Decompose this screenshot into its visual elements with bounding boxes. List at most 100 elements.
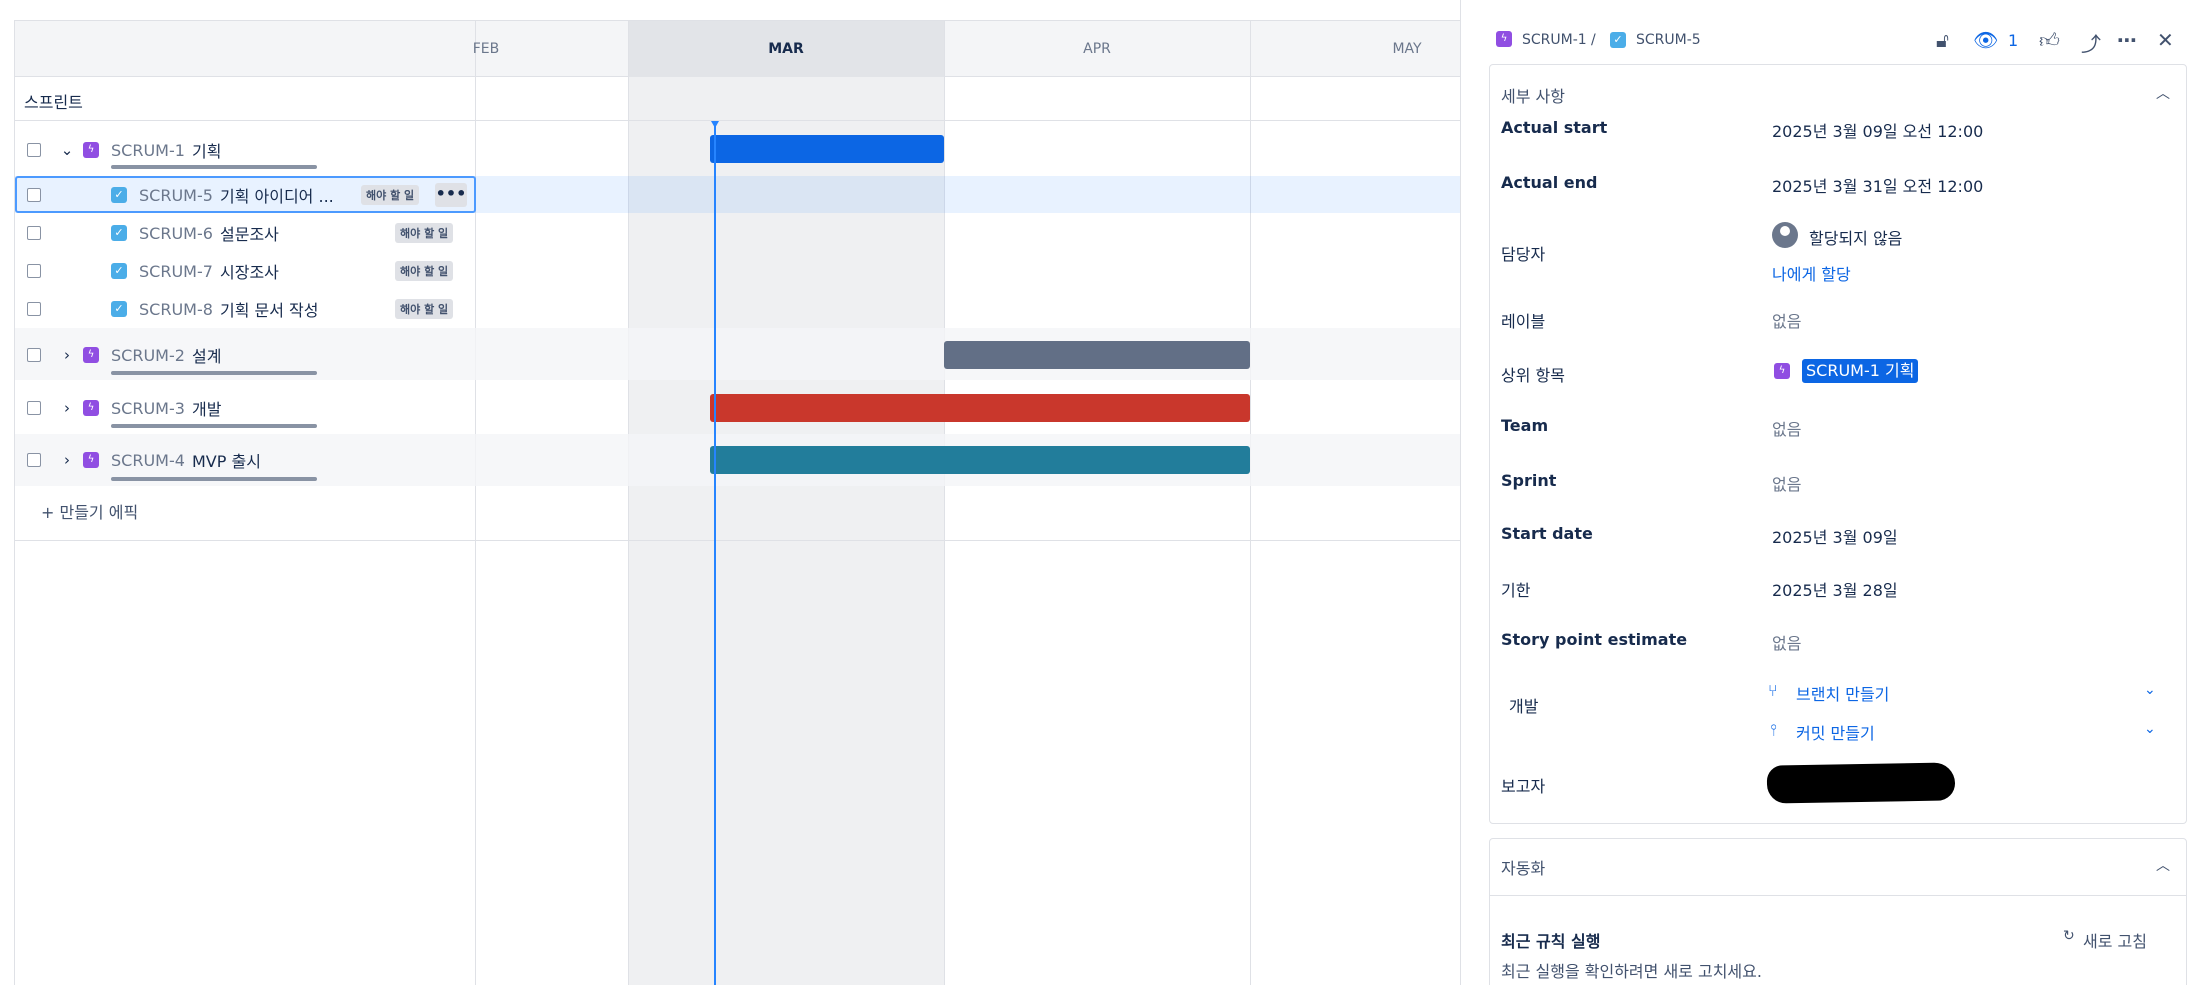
automation-section-title[interactable]: 자동화	[1501, 855, 1545, 879]
list-bottom-border	[15, 540, 1460, 541]
story-point-value[interactable]: 없음	[1772, 630, 1801, 654]
bar-scrum-3[interactable]	[710, 394, 1250, 422]
row-checkbox[interactable]	[27, 264, 41, 278]
team-value[interactable]: 없음	[1772, 416, 1801, 440]
issue-title[interactable]: MVP 출시	[192, 448, 261, 472]
bar-scrum-2[interactable]	[944, 341, 1250, 369]
month-label-mar: MAR	[768, 41, 804, 57]
issue-title[interactable]: 개발	[192, 396, 221, 420]
thumbs-up-icon[interactable]: 👍︎	[2039, 28, 2060, 53]
watch-count[interactable]: 1	[2008, 31, 2018, 50]
epic-row-scrum-3[interactable]: › ϟ SCRUM-3 개발	[15, 389, 476, 427]
chevron-right-icon[interactable]: ›	[59, 451, 75, 469]
issue-key[interactable]: SCRUM-3	[111, 399, 185, 418]
task-checkbox-icon: ✓	[111, 187, 127, 203]
epic-progress-bar	[111, 371, 317, 375]
more-actions-button[interactable]: •••	[435, 183, 467, 207]
sprint-value[interactable]: 없음	[1772, 471, 1801, 495]
actual-end-value[interactable]: 2025년 3월 31일 오전 12:00	[1772, 173, 1983, 197]
refresh-button[interactable]: 새로 고침	[2083, 928, 2147, 952]
create-epic-button[interactable]: + 만들기 에픽	[41, 499, 138, 523]
unlock-icon[interactable]: 🔓︎	[1936, 28, 1949, 52]
issue-title[interactable]: 시장조사	[220, 259, 279, 283]
issue-key[interactable]: SCRUM-6	[139, 224, 213, 243]
breadcrumb-parent[interactable]: SCRUM-1	[1522, 32, 1587, 48]
status-badge[interactable]: 해야 할 일	[361, 185, 420, 205]
epic-row-scrum-1[interactable]: ⌄ ϟ SCRUM-1 기획	[15, 131, 476, 169]
chevron-down-icon[interactable]: ⌄	[59, 141, 75, 159]
task-row-scrum-8[interactable]: ✓ SCRUM-8 기획 문서 작성 해야 할 일	[15, 290, 476, 328]
start-date-value[interactable]: 2025년 3월 09일	[1772, 524, 1898, 548]
issue-title[interactable]: 기획 문서 작성	[220, 297, 319, 321]
breadcrumb-separator: /	[1591, 32, 1596, 48]
epic-icon: ϟ	[1774, 363, 1790, 379]
issue-title[interactable]: 기획 아이디어 ...	[220, 183, 334, 207]
status-badge[interactable]: 해야 할 일	[395, 299, 454, 319]
row-checkbox[interactable]	[27, 348, 41, 362]
row-checkbox[interactable]	[27, 302, 41, 316]
task-row-scrum-5[interactable]: ✓ SCRUM-5 기획 아이디어 ... 해야 할 일 •••	[15, 176, 476, 214]
details-section-title[interactable]: 세부 사항	[1501, 83, 1565, 107]
labels-value[interactable]: 없음	[1772, 308, 1801, 332]
epic-row-scrum-4[interactable]: › ϟ SCRUM-4 MVP 출시	[15, 441, 476, 479]
chevron-right-icon[interactable]: ›	[59, 399, 75, 417]
today-line	[714, 124, 716, 985]
parent-label: 상위 항목	[1501, 366, 1565, 385]
epic-icon: ϟ	[1496, 31, 1512, 47]
share-icon[interactable]: ⤴	[2081, 28, 2101, 57]
row-checkbox[interactable]	[27, 143, 41, 157]
issue-key[interactable]: SCRUM-1	[111, 141, 185, 160]
parent-chip[interactable]: SCRUM-1 기획	[1802, 359, 1919, 383]
epic-icon: ϟ	[83, 452, 99, 468]
issue-key[interactable]: SCRUM-4	[111, 451, 185, 470]
watch-eye-icon[interactable]: 👁︎	[1973, 28, 1998, 52]
chevron-up-icon[interactable]: ︿	[2156, 83, 2170, 103]
issue-title[interactable]: 설계	[192, 343, 221, 367]
actual-start-value[interactable]: 2025년 3월 09일 오선 12:00	[1772, 118, 1983, 142]
epic-progress-bar	[111, 424, 317, 428]
create-branch-link[interactable]: 브랜치 만들기	[1796, 681, 1889, 705]
epic-row-scrum-2[interactable]: › ϟ SCRUM-2 설계	[15, 336, 476, 374]
issue-key[interactable]: SCRUM-2	[111, 346, 185, 365]
refresh-icon[interactable]: ↻	[2063, 928, 2075, 944]
task-checkbox-icon: ✓	[111, 225, 127, 241]
more-icon[interactable]: ⋯	[2117, 28, 2137, 52]
sprint-row: 스프린트	[15, 77, 1460, 121]
chevron-down-icon[interactable]: ⌄	[2144, 682, 2156, 698]
epic-icon: ϟ	[83, 400, 99, 416]
epic-icon: ϟ	[83, 347, 99, 363]
issue-title[interactable]: 설문조사	[220, 221, 279, 245]
recent-rule-text: 최근 실행을 확인하려면 새로 고치세요.	[1501, 962, 1762, 981]
chevron-down-icon[interactable]: ⌄	[2144, 721, 2156, 737]
bar-scrum-1[interactable]	[710, 135, 944, 163]
assignee-value[interactable]: 할당되지 않음	[1809, 225, 1902, 249]
month-label-apr: APR	[1083, 41, 1111, 57]
breadcrumb-current[interactable]: SCRUM-5	[1636, 32, 1701, 48]
assign-to-me-link[interactable]: 나에게 할당	[1772, 261, 1851, 285]
create-commit-link[interactable]: 커밋 만들기	[1796, 720, 1875, 744]
issue-key[interactable]: SCRUM-8	[139, 300, 213, 319]
chevron-right-icon[interactable]: ›	[59, 346, 75, 364]
sprint-label: 스프린트	[24, 93, 83, 112]
due-date-value[interactable]: 2025년 3월 28일	[1772, 577, 1898, 601]
task-row-scrum-6[interactable]: ✓ SCRUM-6 설문조사 해야 할 일	[15, 214, 476, 252]
bar-scrum-4[interactable]	[710, 446, 1250, 474]
task-row-scrum-7[interactable]: ✓ SCRUM-7 시장조사 해야 할 일	[15, 252, 476, 290]
issue-key[interactable]: SCRUM-5	[139, 186, 213, 205]
chevron-up-icon[interactable]: ︿	[2156, 855, 2170, 875]
sprint-label: Sprint	[1501, 471, 1557, 490]
row-checkbox[interactable]	[27, 226, 41, 240]
row-checkbox[interactable]	[27, 453, 41, 467]
status-badge[interactable]: 해야 할 일	[395, 261, 454, 281]
row-checkbox[interactable]	[27, 188, 41, 202]
month-gridline	[1250, 21, 1251, 985]
issue-key[interactable]: SCRUM-7	[139, 262, 213, 281]
close-icon[interactable]: ✕	[2157, 28, 2174, 52]
issue-detail-panel: ϟ SCRUM-1 / ✓ SCRUM-5 🔓︎ 👁︎ 1 👍︎ ⤴ ⋯ ✕ 세…	[1460, 0, 2203, 985]
row-checkbox[interactable]	[27, 401, 41, 415]
labels-label: 레이블	[1501, 312, 1546, 331]
status-badge[interactable]: 해야 할 일	[395, 223, 454, 243]
task-checkbox-icon: ✓	[111, 301, 127, 317]
issue-title[interactable]: 기획	[192, 138, 221, 162]
development-label: 개발	[1509, 697, 1539, 716]
